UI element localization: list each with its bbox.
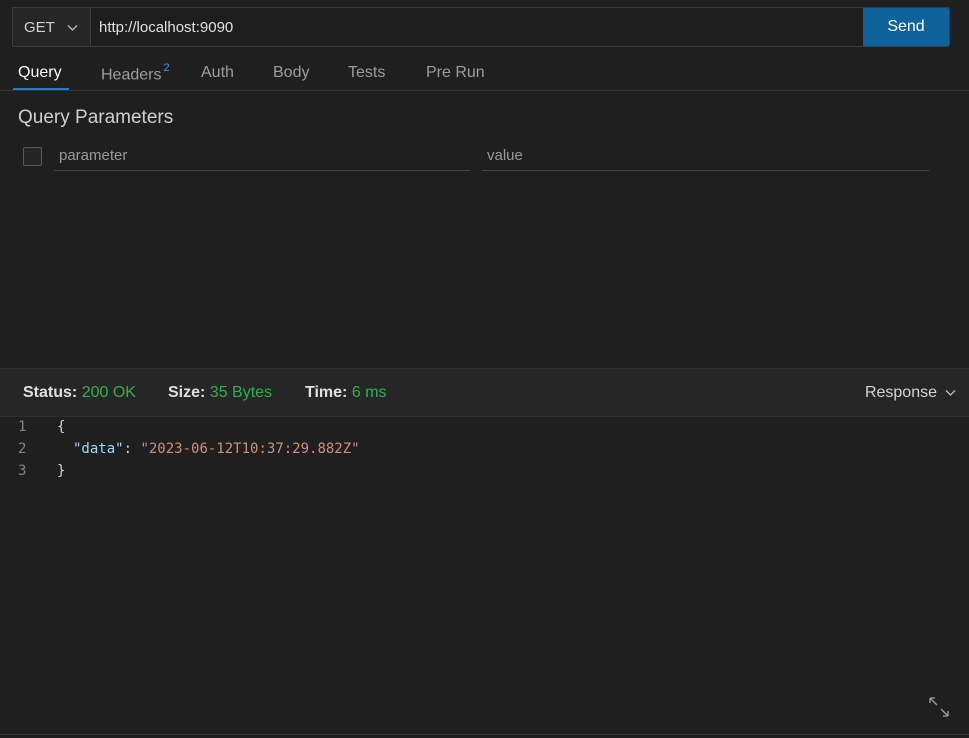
tab-label: Headers	[101, 66, 162, 84]
response-view-label: Response	[864, 384, 937, 401]
code-line: 2 "data": "2023-06-12T10:37:29.882Z"	[0, 441, 969, 463]
tab-body[interactable]: Body	[273, 52, 309, 90]
request-bar: GET http://localhost:9090 Send	[12, 7, 950, 47]
response-view-select[interactable]: Response	[864, 384, 956, 402]
method-select[interactable]: GET	[13, 8, 91, 46]
request-tabs: Query Headers 2 Auth Body Tests Pre Run	[0, 52, 969, 91]
line-content: }	[57, 463, 66, 479]
line-number: 1	[18, 419, 27, 435]
json-string-value: "2023-06-12T10:37:29.882Z"	[140, 441, 360, 457]
tab-label: Body	[273, 64, 310, 81]
bottom-divider	[0, 734, 969, 735]
chevron-down-icon	[944, 386, 957, 404]
tab-pre-run[interactable]: Pre Run	[426, 52, 485, 90]
status-value: 200 OK	[81, 384, 136, 401]
code-line: 3 }	[0, 463, 969, 485]
tab-label: Pre Run	[426, 64, 485, 81]
url-input[interactable]: http://localhost:9090	[91, 8, 863, 46]
json-separator: :	[123, 441, 141, 457]
parameter-name-input[interactable]: parameter	[54, 143, 470, 171]
time-label: Time:	[305, 384, 348, 401]
expand-icon[interactable]	[927, 695, 951, 719]
headers-count-badge: 2	[163, 62, 170, 74]
method-label: GET	[24, 18, 55, 36]
code-line: 1 {	[0, 419, 969, 441]
size-info: Size: 35 Bytes	[168, 384, 272, 402]
tab-query[interactable]: Query	[13, 52, 69, 90]
status-info: Status: 200 OK	[23, 384, 136, 402]
tab-label: Auth	[201, 64, 234, 81]
size-value: 35 Bytes	[209, 384, 273, 401]
line-number: 3	[18, 463, 27, 479]
line-content: {	[57, 419, 66, 435]
tab-tests[interactable]: Tests	[348, 52, 385, 90]
time-value: 6 ms	[351, 384, 387, 401]
tab-label: Tests	[348, 64, 386, 81]
tab-auth[interactable]: Auth	[201, 52, 234, 90]
parameter-value-input[interactable]: value	[482, 143, 929, 171]
chevron-down-icon	[66, 21, 79, 38]
size-label: Size:	[168, 384, 206, 401]
json-key: "data"	[73, 441, 124, 457]
tab-label: Query	[18, 64, 62, 81]
tab-headers[interactable]: Headers 2	[101, 52, 170, 90]
status-label: Status:	[23, 384, 78, 401]
parameter-enable-checkbox[interactable]	[23, 147, 42, 166]
response-status-bar: Status: 200 OK Size: 35 Bytes Time: 6 ms…	[0, 368, 969, 417]
time-info: Time: 6 ms	[305, 384, 387, 402]
send-button[interactable]: Send	[863, 8, 949, 46]
line-number: 2	[18, 441, 27, 457]
line-content: "data": "2023-06-12T10:37:29.882Z"	[73, 441, 360, 457]
query-parameters-title: Query Parameters	[18, 107, 174, 128]
